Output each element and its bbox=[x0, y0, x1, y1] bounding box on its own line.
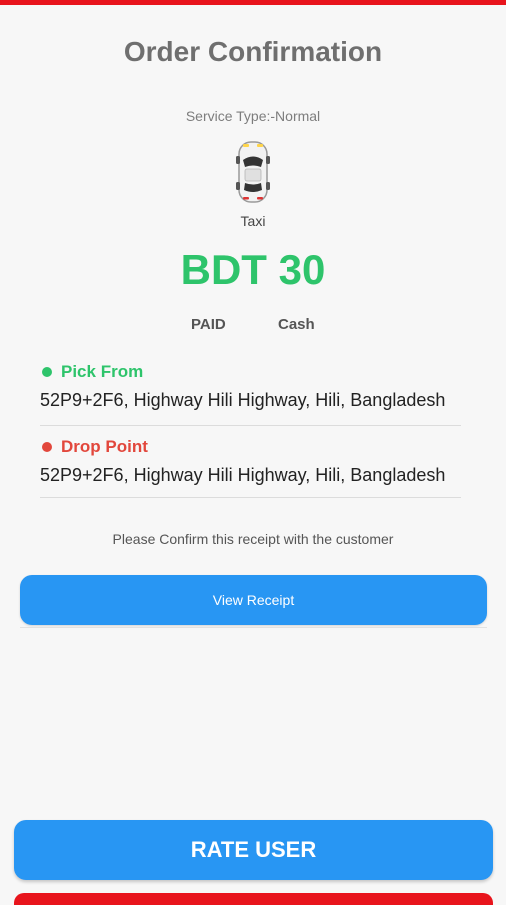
page-title: Order Confirmation bbox=[123, 36, 383, 67]
payment-status: PAID bbox=[191, 316, 226, 333]
bottom-accent-bar bbox=[14, 893, 493, 905]
divider bbox=[20, 627, 487, 628]
vehicle-type-label: Taxi bbox=[240, 213, 266, 229]
fare-amount: BDT 30 bbox=[180, 246, 326, 293]
dropoff-address: 52P9+2F6, Highway Hili Highway, Hili, Ba… bbox=[40, 465, 446, 485]
top-accent-bar bbox=[0, 0, 506, 5]
pickup-dot-icon bbox=[42, 367, 52, 377]
pickup-label-text: Pick From bbox=[61, 362, 144, 381]
rate-user-button[interactable]: RATE USER bbox=[14, 820, 493, 880]
divider bbox=[40, 425, 461, 426]
view-receipt-button[interactable]: View Receipt bbox=[20, 575, 487, 625]
pickup-address: 52P9+2F6, Highway Hili Highway, Hili, Ba… bbox=[40, 390, 446, 410]
dropoff-label-text: Drop Point bbox=[61, 437, 148, 456]
dropoff-label: Drop Point bbox=[42, 437, 148, 457]
confirm-receipt-note: Please Confirm this receipt with the cus… bbox=[112, 531, 394, 547]
payment-method: Cash bbox=[278, 316, 315, 333]
divider bbox=[40, 497, 461, 498]
pickup-label: Pick From bbox=[42, 362, 143, 382]
car-icon bbox=[236, 141, 270, 203]
service-type-label: Service Type:-Normal bbox=[185, 108, 321, 124]
dropoff-dot-icon bbox=[42, 442, 52, 452]
